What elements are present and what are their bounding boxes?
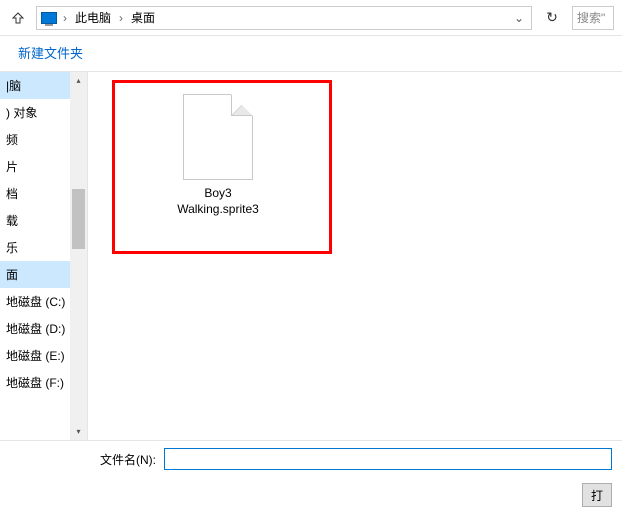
new-folder-link[interactable]: 新建文件夹 — [18, 43, 83, 62]
breadcrumb[interactable]: › 此电脑 › 桌面 ⌄ — [36, 6, 532, 30]
search-placeholder: 搜索" — [577, 9, 605, 26]
filename-input[interactable] — [164, 448, 612, 470]
sidebar-scrollbar[interactable]: ▴ ▾ — [70, 72, 87, 440]
toolbar: 新建文件夹 — [0, 36, 622, 72]
file-item[interactable]: Boy3 Walking.sprite3 — [138, 94, 298, 217]
search-input[interactable]: 搜索" — [572, 6, 614, 30]
open-button[interactable]: 打 — [582, 483, 612, 507]
file-label: Boy3 Walking.sprite3 — [138, 186, 298, 217]
scroll-down-icon[interactable]: ▾ — [70, 423, 87, 440]
pc-icon — [41, 12, 57, 24]
button-row: 打 — [0, 477, 622, 507]
chevron-right-icon: › — [61, 11, 69, 25]
body-area: |脑) 对象频片档载乐面 地磁盘 (C:) 地磁盘 (D:) 地磁盘 (E:) … — [0, 72, 622, 440]
sidebar: |脑) 对象频片档载乐面 地磁盘 (C:) 地磁盘 (D:) 地磁盘 (E:) … — [0, 72, 88, 440]
scroll-thumb[interactable] — [72, 189, 85, 249]
nav-up-button[interactable] — [8, 8, 28, 28]
chevron-right-icon: › — [117, 11, 125, 25]
address-bar: › 此电脑 › 桌面 ⌄ ↻ 搜索" — [0, 0, 622, 36]
file-pane[interactable]: Boy3 Walking.sprite3 — [88, 72, 622, 440]
filename-row: 文件名(N): — [0, 441, 622, 477]
scroll-track[interactable] — [70, 89, 87, 423]
breadcrumb-item-pc[interactable]: 此电脑 — [73, 9, 113, 26]
chevron-down-icon[interactable]: ⌄ — [511, 11, 527, 25]
breadcrumb-item-desktop[interactable]: 桌面 — [129, 9, 157, 26]
scroll-up-icon[interactable]: ▴ — [70, 72, 87, 89]
filename-label: 文件名(N): — [10, 451, 156, 468]
file-icon — [183, 94, 253, 180]
refresh-button[interactable]: ↻ — [540, 6, 564, 30]
